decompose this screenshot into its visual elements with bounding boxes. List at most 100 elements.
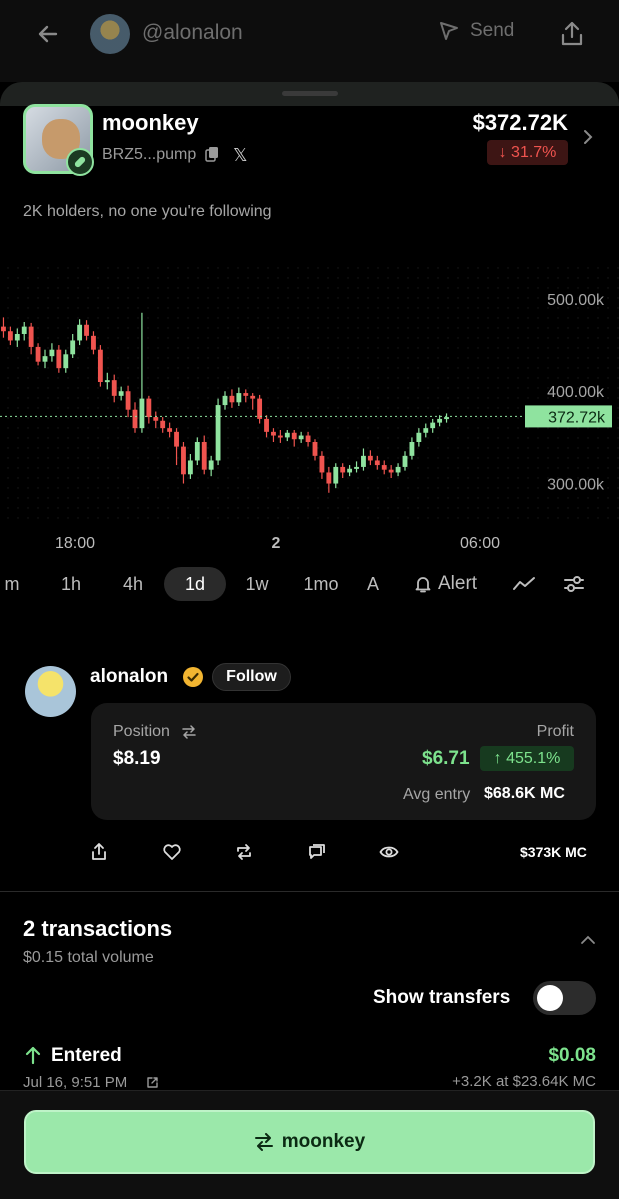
- timeframe-1w[interactable]: 1w: [236, 567, 278, 601]
- timeframe-1h[interactable]: 1h: [50, 567, 92, 601]
- heart-icon[interactable]: [162, 842, 182, 862]
- send-label: Send: [470, 20, 515, 41]
- candle: [367, 450, 373, 466]
- sheet-header: [0, 82, 619, 106]
- holders-info: 2K holders, no one you're following: [23, 203, 272, 220]
- candle: [271, 428, 276, 442]
- swap-label: moonkey: [281, 1131, 366, 1152]
- token-name: moonkey: [102, 110, 199, 135]
- price-chart[interactable]: 500.00k 400.00k 300.00k 372.72k 18:00 2 06:00: [0, 242, 619, 562]
- x-tick-label: 06:00: [460, 535, 500, 552]
- timeframe-m[interactable]: m: [0, 567, 24, 601]
- candle: [194, 437, 200, 466]
- repost-icon[interactable]: [234, 842, 254, 862]
- transaction-type: Entered: [51, 1045, 122, 1066]
- back-arrow-icon[interactable]: [34, 20, 62, 48]
- candle: [347, 465, 353, 477]
- candle: [146, 395, 152, 424]
- candle: [49, 343, 55, 362]
- candle: [104, 372, 110, 390]
- token-sheet: moonkey BRZ5...pump 𝕏 $372.72K ↓ 31.7% 2…: [0, 82, 619, 1199]
- market-cap-at-post: $373K MC: [520, 844, 587, 860]
- timeframe-4h[interactable]: 4h: [112, 567, 154, 601]
- candle: [132, 402, 138, 433]
- line-chart-icon[interactable]: [512, 575, 536, 593]
- token-address: BRZ5...pump: [102, 146, 197, 163]
- show-transfers-toggle[interactable]: [533, 981, 596, 1015]
- trader-avatar[interactable]: [25, 666, 76, 717]
- share-icon[interactable]: [559, 20, 585, 48]
- chevron-right-icon[interactable]: [582, 128, 594, 146]
- y-tick-label: 500.00k: [547, 292, 605, 309]
- candle: [430, 418, 436, 433]
- candle: [139, 312, 145, 433]
- candle: [277, 430, 283, 443]
- candle: [56, 345, 62, 373]
- timeframe-A[interactable]: A: [362, 567, 384, 601]
- candle: [111, 374, 117, 403]
- candle: [201, 435, 207, 475]
- position-card[interactable]: Position $8.19 Profit $6.71 ↑ 455.1% Avg…: [91, 703, 596, 820]
- candle: [298, 431, 304, 443]
- alert-label: Alert: [438, 573, 478, 594]
- candle: [312, 439, 318, 461]
- share-icon[interactable]: [89, 842, 109, 862]
- candle: [257, 394, 263, 424]
- profile-handle[interactable]: @alonalon: [142, 21, 243, 45]
- follow-button[interactable]: Follow: [212, 663, 291, 691]
- toggle-knob: [537, 985, 563, 1011]
- x-tick-label: 18:00: [55, 535, 95, 552]
- candle: [215, 398, 221, 466]
- candle: [14, 328, 20, 347]
- alert-button[interactable]: Alert: [414, 567, 477, 601]
- y-tick-label: 300.00k: [547, 477, 605, 494]
- send-icon: [440, 22, 458, 40]
- candle: [118, 386, 124, 401]
- candle: [340, 463, 346, 478]
- candle: [35, 343, 41, 366]
- comment-icon[interactable]: [307, 842, 327, 862]
- candle: [409, 437, 415, 460]
- verified-badge-icon: [183, 667, 203, 687]
- trader-name[interactable]: alonalon: [90, 666, 168, 688]
- profit-value: $6.71: [422, 748, 470, 769]
- candle: [208, 455, 214, 477]
- position-value: $8.19: [113, 748, 161, 769]
- profit-change-badge: ↑ 455.1%: [480, 746, 574, 771]
- candle: [305, 431, 311, 447]
- sheet-grabber[interactable]: [282, 91, 338, 96]
- copy-icon[interactable]: [205, 146, 219, 162]
- transaction-amount: $0.08: [548, 1045, 596, 1066]
- send-button[interactable]: Send: [438, 20, 514, 42]
- external-link-icon[interactable]: [146, 1076, 159, 1089]
- candle: [236, 387, 242, 406]
- timeframe-1mo[interactable]: 1mo: [294, 567, 348, 601]
- candle: [250, 393, 256, 410]
- eye-icon[interactable]: [379, 842, 399, 862]
- swap-arrows-icon[interactable]: [181, 725, 197, 739]
- swap-button[interactable]: moonkey: [24, 1110, 595, 1174]
- candle: [21, 322, 27, 341]
- current-price-label: 372.72k: [548, 409, 606, 426]
- profit-label: Profit: [536, 723, 574, 740]
- candle: [28, 322, 34, 355]
- candle: [7, 326, 13, 346]
- bell-icon: [415, 577, 431, 593]
- candle: [160, 417, 166, 433]
- candle: [388, 465, 394, 478]
- candle: [167, 422, 173, 438]
- candle: [284, 430, 290, 442]
- market-cap: $372.72K: [472, 110, 568, 135]
- x-twitter-icon[interactable]: 𝕏: [233, 145, 248, 166]
- profile-avatar[interactable]: [90, 14, 130, 54]
- candle: [1, 317, 6, 338]
- bottom-bar: moonkey: [0, 1090, 619, 1199]
- candle: [361, 448, 366, 471]
- timeframe-1d[interactable]: 1d: [164, 567, 226, 601]
- candle: [187, 454, 193, 479]
- position-label: Position: [113, 723, 170, 740]
- swap-icon: [254, 1133, 273, 1151]
- chevron-up-icon[interactable]: [580, 935, 596, 945]
- chart-settings-icon[interactable]: [563, 573, 585, 595]
- candle: [229, 389, 235, 408]
